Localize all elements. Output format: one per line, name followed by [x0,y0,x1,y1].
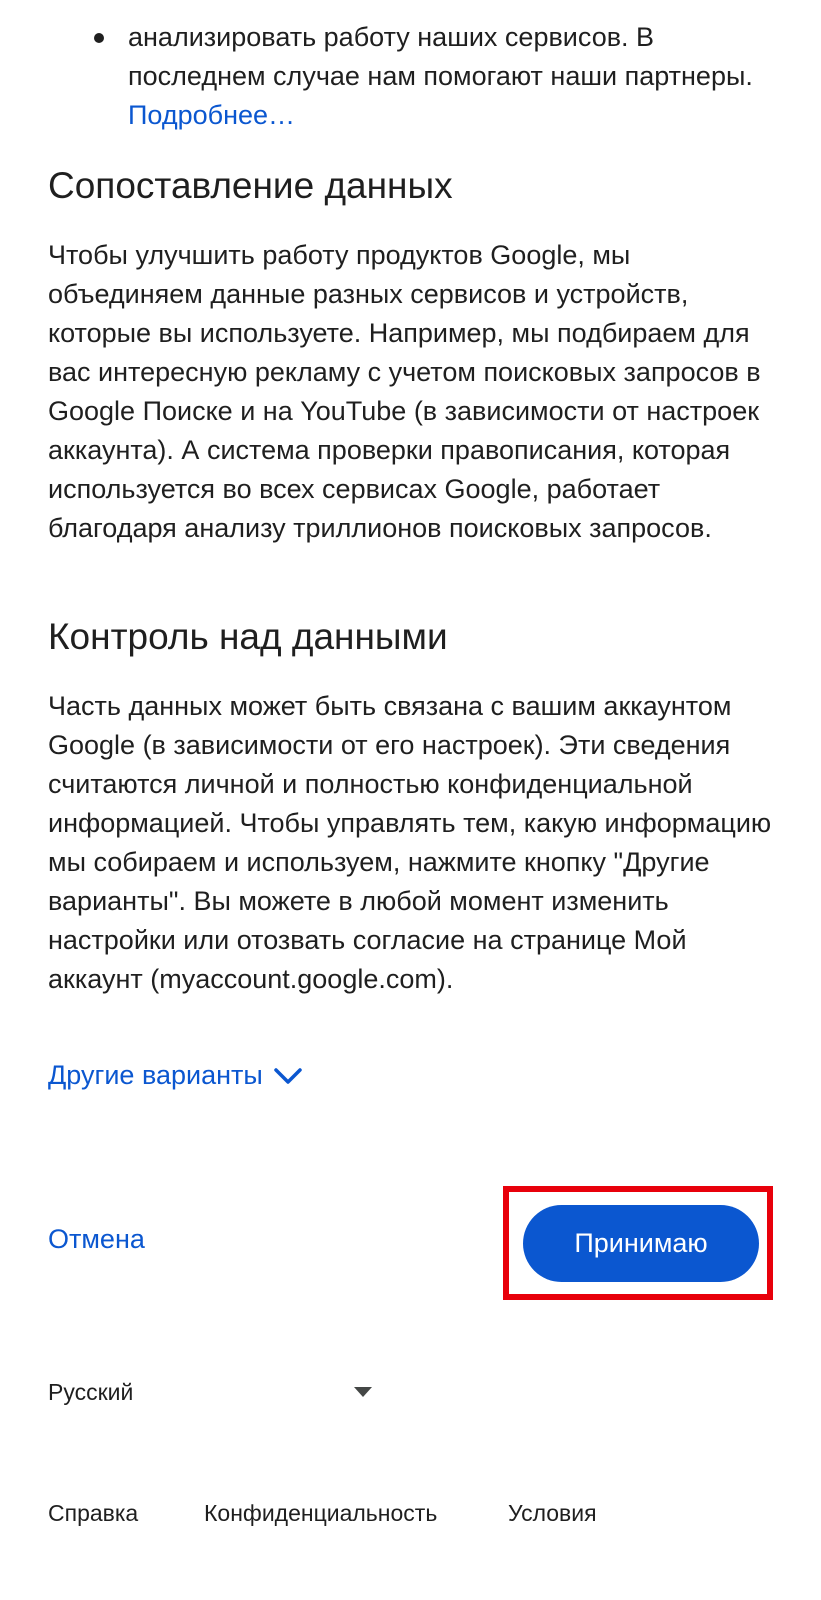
chevron-down-icon [274,1067,302,1084]
learn-more-link[interactable]: Подробнее… [128,100,295,130]
accept-button[interactable]: Принимаю [523,1205,759,1282]
footer-privacy-link[interactable]: Конфиденциальность [204,1500,437,1527]
cancel-button[interactable]: Отмена [48,1224,145,1255]
intro-bullet-text: анализировать работу наших сервисов. В п… [128,22,753,91]
language-select[interactable]: Русский [48,1372,372,1412]
section-title-data-control: Контроль над данными [48,616,448,657]
dropdown-triangle-icon [354,1387,372,1397]
section-text-data-control: Часть данных может быть связана с вашим … [48,691,772,994]
footer-terms-link[interactable]: Условия [508,1500,597,1527]
footer-help-link[interactable]: Справка [48,1500,138,1527]
language-selected-value: Русский [48,1378,134,1405]
more-options-label: Другие варианты [48,1060,263,1090]
section-title-data-combining: Сопоставление данных [48,165,453,206]
section-text-data-combining: Чтобы улучшить работу продуктов Google, … [48,240,761,543]
intro-bullet-item: анализировать работу наших сервисов. В п… [92,18,792,135]
bullet-dot-icon [94,33,104,43]
more-options-button[interactable]: Другие варианты [48,1060,303,1091]
intro-bullet-list: анализировать работу наших сервисов. В п… [92,18,792,135]
